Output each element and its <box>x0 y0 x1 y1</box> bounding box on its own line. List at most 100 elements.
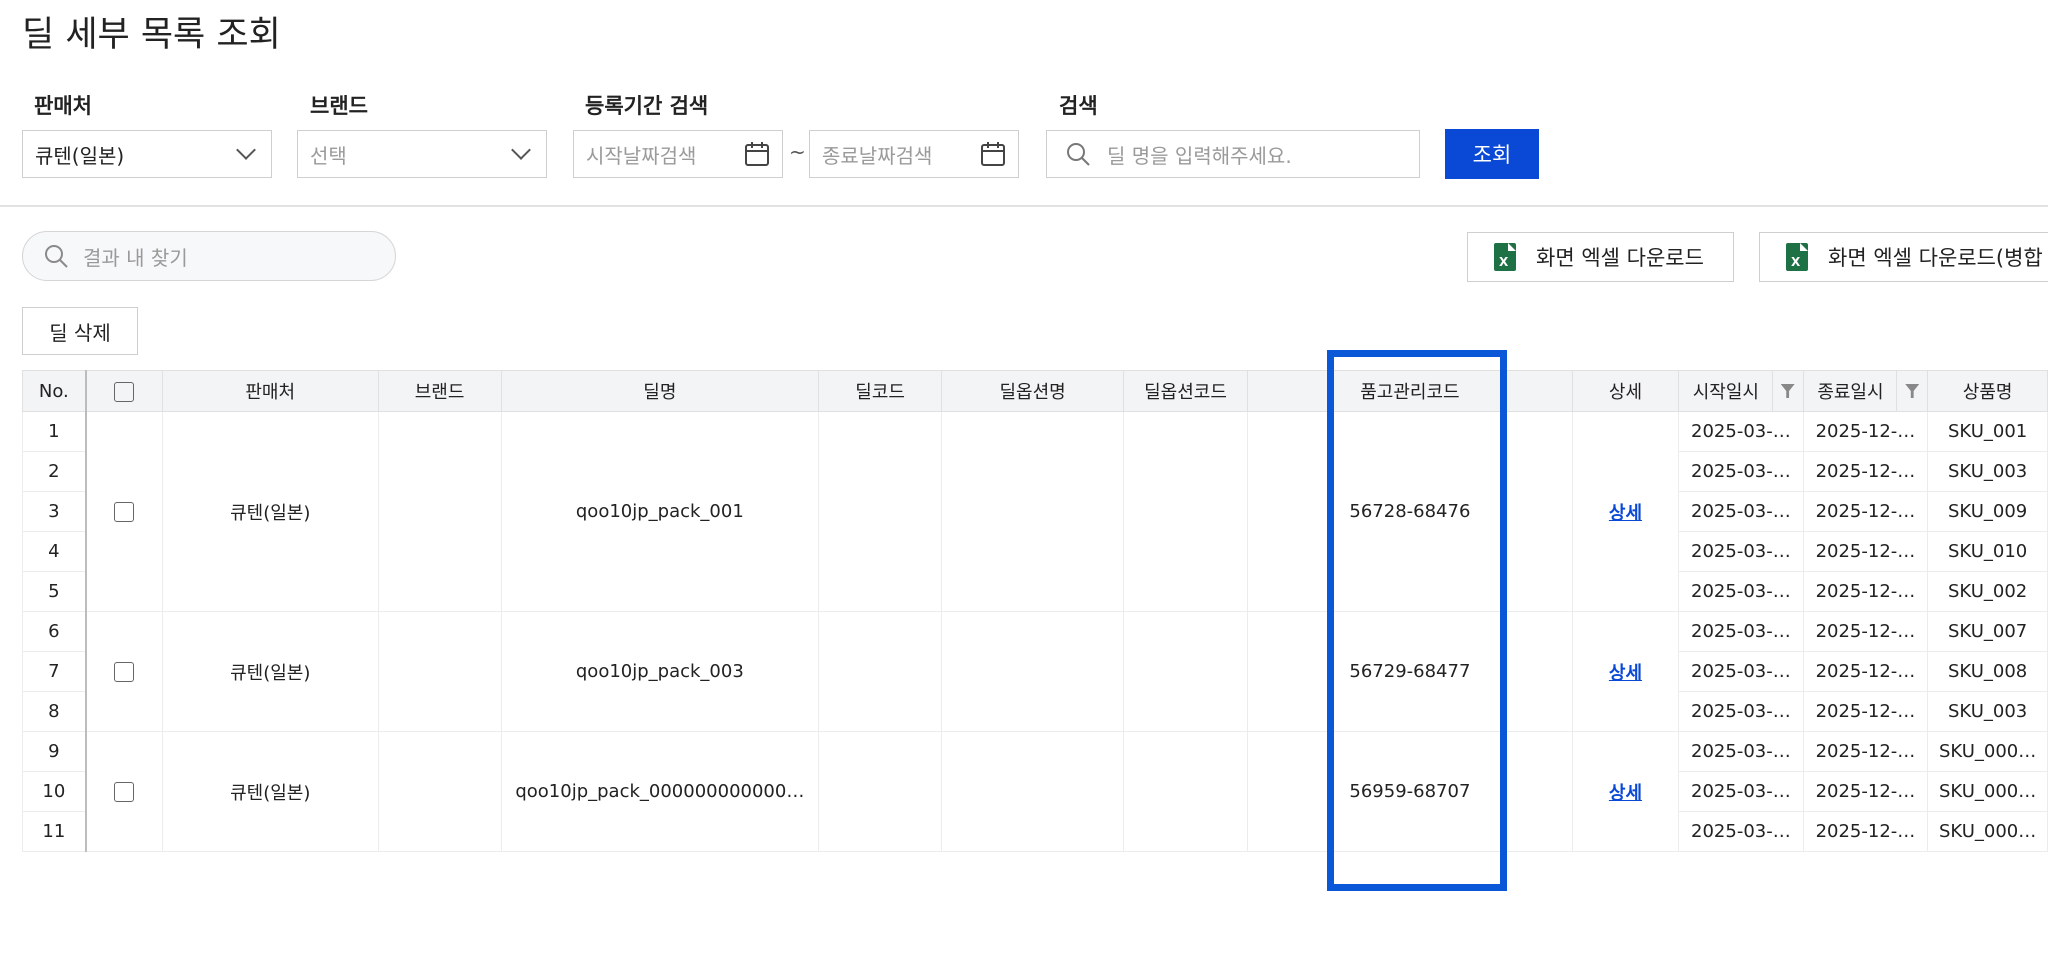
end-cell: 2025-12-… <box>1802 571 1929 612</box>
row-no: 3 <box>21 491 87 532</box>
seller-select[interactable]: 큐텐(일본) <box>22 130 272 178</box>
stock-code-cell: 56959-68707 <box>1247 731 1573 852</box>
search-button[interactable]: 조회 <box>1445 129 1539 179</box>
end-cell: 2025-12-… <box>1802 731 1929 772</box>
col-option-name[interactable]: 딜옵션명 <box>941 370 1125 412</box>
product-cell: SKU_009 <box>1927 491 2048 532</box>
col-detail[interactable]: 상세 <box>1571 370 1680 412</box>
row-no: 10 <box>21 771 87 812</box>
deal-search-placeholder: 딜 명을 입력해주세요. <box>1107 143 1292 168</box>
product-cell: SKU_007 <box>1927 611 2048 652</box>
col-option-code[interactable]: 딜옵션코드 <box>1123 370 1248 412</box>
product-cell: SKU_000… <box>1927 731 2048 772</box>
row-no: 7 <box>21 651 87 692</box>
filter-icon[interactable] <box>1896 371 1927 411</box>
col-no: No. <box>21 370 87 412</box>
stock-code-cell: 56728-68476 <box>1247 411 1573 612</box>
product-cell: SKU_002 <box>1927 571 2048 612</box>
calendar-icon[interactable] <box>744 141 770 167</box>
detail-link[interactable]: 상세 <box>1609 503 1642 524</box>
excel-download-label: 화면 엑셀 다운로드 <box>1536 246 1704 270</box>
period-label: 등록기간 검색 <box>585 94 709 118</box>
row-no: 5 <box>21 571 87 612</box>
row-no: 11 <box>21 811 87 852</box>
excel-download-button[interactable]: X 화면 엑셀 다운로드 <box>1467 232 1734 282</box>
end-cell: 2025-12-… <box>1802 771 1929 812</box>
col-deal-code[interactable]: 딜코드 <box>818 370 943 412</box>
brand-select[interactable]: 선택 <box>297 130 547 178</box>
stock-code-cell: 56729-68477 <box>1247 611 1573 732</box>
start-cell: 2025-03-… <box>1678 611 1804 652</box>
table-row[interactable]: 9 큐텐(일본) qoo10jp_pack_000000000000… 56959-6… <box>21 731 2048 852</box>
product-cell: SKU_000… <box>1927 771 2048 812</box>
col-select-all[interactable] <box>85 370 163 412</box>
chevron-down-icon <box>511 140 531 160</box>
product-cell: SKU_010 <box>1927 531 2048 572</box>
row-checkbox[interactable] <box>114 502 135 522</box>
start-cell: 2025-03-… <box>1678 451 1804 492</box>
option-code-cell <box>1123 611 1248 732</box>
deal-code-cell <box>818 611 943 732</box>
table-row[interactable]: 1 큐텐(일본) qoo10jp_pack_001 56728-68476 상세 2025… <box>21 411 2048 612</box>
start-cell: 2025-03-… <box>1678 571 1804 612</box>
start-cell: 2025-03-… <box>1678 651 1804 692</box>
deal-name-cell: qoo10jp_pack_001 <box>500 411 820 612</box>
start-date-placeholder: 시작날짜검색 <box>586 143 697 168</box>
detail-cell[interactable]: 상세 <box>1571 731 1680 852</box>
row-checkbox[interactable] <box>114 782 135 802</box>
start-cell: 2025-03-… <box>1678 531 1804 572</box>
excel-download-merged-button[interactable]: X 화면 엑셀 다운로드(병합 <box>1759 232 2048 282</box>
product-cell: SKU_003 <box>1927 451 2048 492</box>
col-brand[interactable]: 브랜드 <box>377 370 502 412</box>
table-row[interactable]: 6 큐텐(일본) qoo10jp_pack_003 56729-68477 상세 2025… <box>21 611 2048 732</box>
end-date-placeholder: 종료날짜검색 <box>822 143 933 168</box>
detail-link[interactable]: 상세 <box>1609 783 1642 804</box>
end-cell: 2025-12-… <box>1802 611 1929 652</box>
excel-download-merged-label: 화면 엑셀 다운로드(병합 <box>1828 246 2043 270</box>
col-product[interactable]: 상품명 <box>1927 370 2048 412</box>
select-all-checkbox[interactable] <box>114 381 135 402</box>
detail-cell[interactable]: 상세 <box>1571 611 1680 732</box>
calendar-icon[interactable] <box>980 141 1006 167</box>
search-icon <box>45 245 68 268</box>
end-date-input[interactable]: 종료날짜검색 <box>809 130 1019 178</box>
start-date-input[interactable]: 시작날짜검색 <box>573 130 783 178</box>
row-checkbox[interactable] <box>114 662 135 682</box>
select-cell[interactable] <box>85 611 163 732</box>
select-cell[interactable] <box>85 731 163 852</box>
product-cell: SKU_001 <box>1927 411 2048 452</box>
search-label: 검색 <box>1059 94 1098 118</box>
seller-cell: 큐텐(일본) <box>161 731 379 852</box>
option-code-cell <box>1123 411 1248 612</box>
end-cell: 2025-12-… <box>1802 651 1929 692</box>
col-deal-name[interactable]: 딜명 <box>500 370 820 412</box>
date-range-separator: ~ <box>789 140 806 164</box>
end-cell: 2025-12-… <box>1802 491 1929 532</box>
search-icon <box>1067 143 1090 166</box>
deal-name-cell: qoo10jp_pack_000000000000… <box>500 731 820 852</box>
select-cell[interactable] <box>85 411 163 612</box>
excel-icon: X <box>1786 243 1808 271</box>
col-start[interactable]: 시작일시 <box>1678 370 1804 412</box>
start-cell: 2025-03-… <box>1678 411 1804 452</box>
result-search-input[interactable]: 결과 내 찾기 <box>22 231 396 281</box>
option-name-cell <box>941 611 1125 732</box>
row-no: 1 <box>21 411 87 452</box>
seller-select-value: 큐텐(일본) <box>35 143 125 168</box>
option-name-cell <box>941 411 1125 612</box>
product-cell: SKU_008 <box>1927 651 2048 692</box>
row-no: 2 <box>21 451 87 492</box>
col-stock-code[interactable]: 품고관리코드 <box>1247 370 1573 412</box>
filter-icon[interactable] <box>1771 371 1803 411</box>
col-end[interactable]: 종료일시 <box>1802 370 1929 412</box>
col-seller[interactable]: 판매처 <box>161 370 379 412</box>
deal-name-cell: qoo10jp_pack_003 <box>500 611 820 732</box>
option-code-cell <box>1123 731 1248 852</box>
detail-link[interactable]: 상세 <box>1609 663 1642 684</box>
col-start-label: 시작일시 <box>1692 382 1759 403</box>
delete-deal-button[interactable]: 딜 삭제 <box>22 307 138 355</box>
seller-cell: 큐텐(일본) <box>161 611 379 732</box>
detail-cell[interactable]: 상세 <box>1571 411 1680 612</box>
deal-search-input[interactable]: 딜 명을 입력해주세요. <box>1046 130 1420 178</box>
end-cell: 2025-12-… <box>1802 531 1929 572</box>
